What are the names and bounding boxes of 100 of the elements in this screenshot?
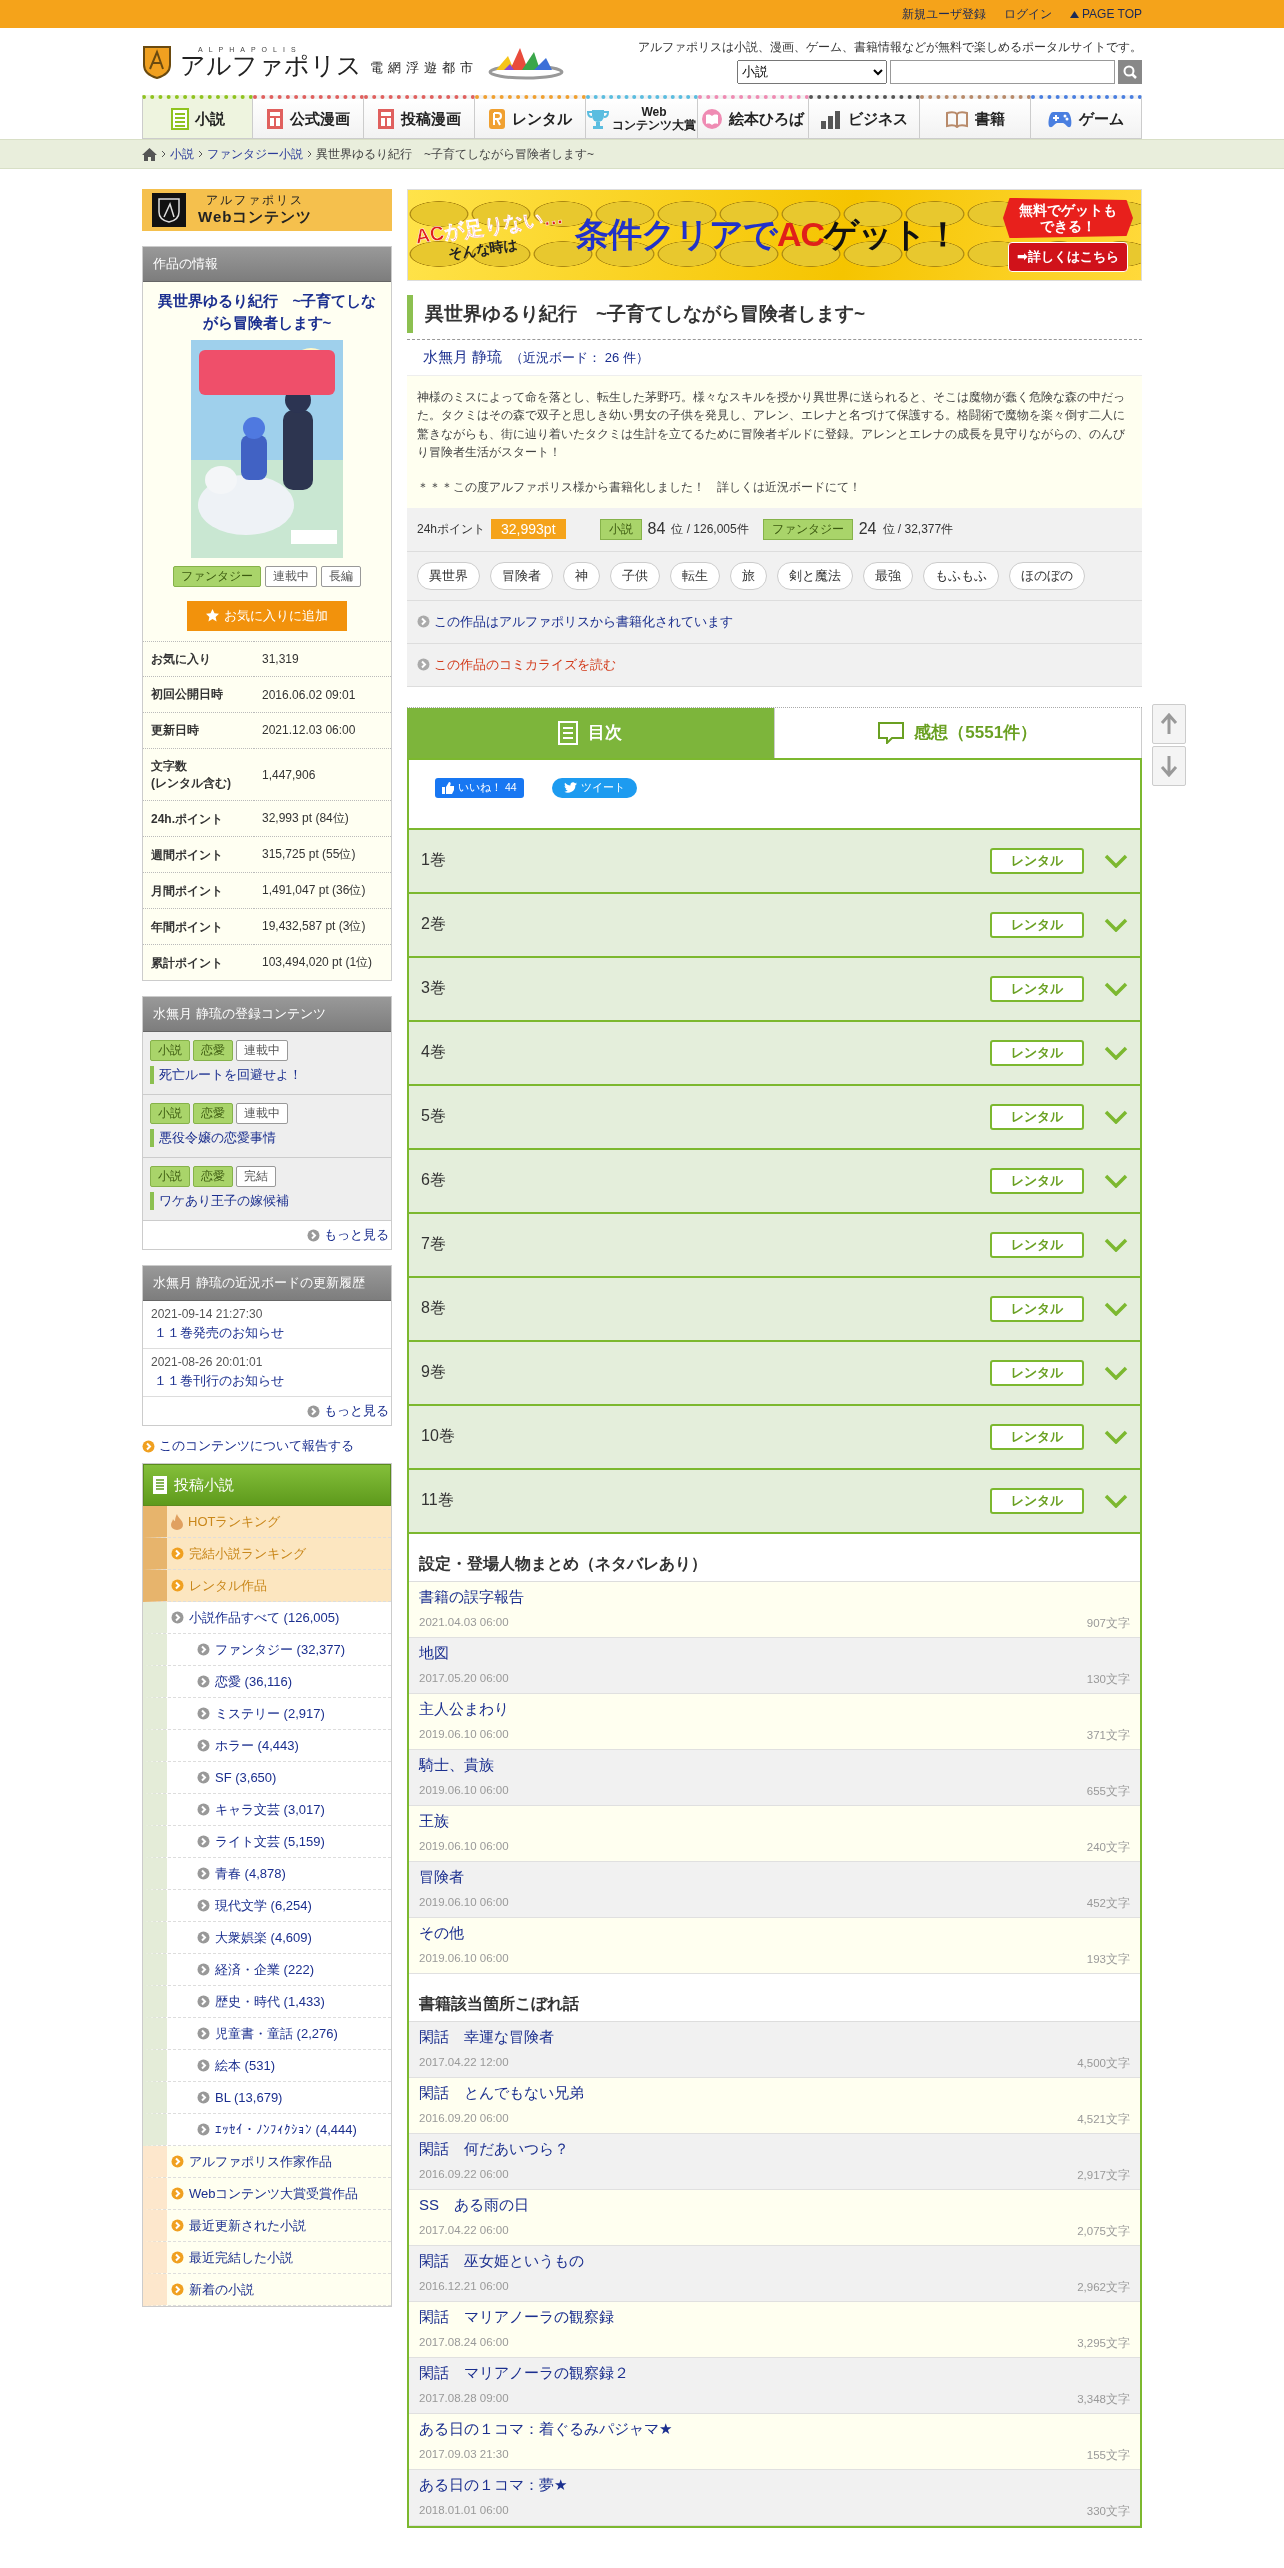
scroll-up-button[interactable]: [1152, 704, 1186, 744]
rank-total: 位 / 32,377件: [882, 520, 954, 538]
menu-item[interactable]: 大衆娯楽 (4,609): [143, 1922, 391, 1955]
episode-link[interactable]: 地図: [419, 1643, 1130, 1663]
report-link[interactable]: このコンテンツについて報告する: [142, 1437, 392, 1456]
work-link[interactable]: 死亡ルートを回避せよ！: [150, 1066, 384, 1085]
post-link[interactable]: １１巻刊行のお知らせ: [154, 1372, 284, 1391]
episode-link[interactable]: 閑話 マリアノーラの観察録: [419, 2307, 1130, 2327]
episode-link[interactable]: ある日の１コマ：夢★: [419, 2475, 1130, 2495]
bar-chart-icon: [819, 108, 842, 129]
top-link[interactable]: 新規ユーザ登録: [901, 5, 986, 23]
keyword-tag[interactable]: 剣と魔法: [777, 561, 853, 590]
episode-date: 2017.08.24 06:00: [419, 2335, 509, 2350]
menu-item[interactable]: SF (3,650): [143, 1762, 391, 1795]
category-select[interactable]: 小説: [737, 59, 887, 84]
breadcrumb-link[interactable]: ファンタジー小説: [207, 145, 303, 163]
menu-item[interactable]: 児童書・童話 (2,276): [143, 2018, 391, 2051]
chevron-down-icon: [1104, 1173, 1128, 1188]
menu-item[interactable]: 現代文学 (6,254): [143, 1890, 391, 1923]
arrow-circle-icon: [171, 2283, 184, 2297]
top-link[interactable]: PAGE TOP: [1069, 7, 1142, 21]
document-icon: [152, 1475, 168, 1496]
character-count: 4,521文字: [1077, 2111, 1130, 2127]
character-count: 3,295文字: [1077, 2335, 1130, 2351]
menu-item[interactable]: 恋愛 (36,116): [143, 1666, 391, 1699]
episode-link[interactable]: 閑話 とんでもない兄弟: [419, 2083, 1130, 2103]
keyword-tag[interactable]: 旅: [730, 561, 767, 590]
breadcrumb-link[interactable]: 小説: [170, 145, 194, 163]
like-button[interactable]: いいね！ 44: [435, 777, 524, 798]
more-link[interactable]: もっと見る: [143, 1221, 391, 1250]
nav-tab[interactable]: ビジネス: [808, 95, 920, 139]
episode-link[interactable]: 閑話 幸運な冒険者: [419, 2027, 1130, 2047]
keyword-tag[interactable]: 子供: [610, 561, 660, 590]
work-link[interactable]: 悪役令嬢の恋愛事情: [150, 1129, 384, 1148]
arrow-circle-icon: [171, 1547, 184, 1561]
post-link[interactable]: １１巻発売のお知らせ: [154, 1324, 284, 1343]
menu-item[interactable]: ライト文芸 (5,159): [143, 1826, 391, 1859]
menu-item[interactable]: アルファポリス作家作品: [143, 2146, 391, 2179]
menu-item[interactable]: 青春 (4,878): [143, 1858, 391, 1891]
episode-link[interactable]: ある日の１コマ：着ぐるみパジャマ★: [419, 2419, 1130, 2439]
work-link[interactable]: ワケあり王子の嫁候補: [150, 1192, 384, 1211]
details-button[interactable]: ➡詳しくはこちら: [1008, 242, 1128, 273]
menu-item[interactable]: ファンタジー (32,377): [143, 1634, 391, 1667]
keyword-tag[interactable]: 異世界: [417, 561, 480, 590]
nav-tab[interactable]: ゲーム: [1030, 95, 1142, 139]
shield-logo-icon: [142, 44, 172, 79]
episode-link[interactable]: 書籍の誤字報告: [419, 1587, 1130, 1607]
menu-item[interactable]: ホラー (4,443): [143, 1730, 391, 1763]
episode-link[interactable]: 閑話 何だあいつら？: [419, 2139, 1130, 2159]
episode-date: 2019.06.10 06:00: [419, 1839, 509, 1854]
episode-link[interactable]: 冒険者: [419, 1867, 1130, 1887]
more-link[interactable]: もっと見る: [143, 1397, 391, 1426]
nav-tab[interactable]: Web コンテンツ大賞: [586, 95, 698, 139]
nav-tab[interactable]: 書籍: [919, 95, 1031, 139]
nav-tab[interactable]: 投稿漫画: [364, 95, 476, 139]
episode-date: 2019.06.10 06:00: [419, 1783, 509, 1798]
arrow-circle-icon: [171, 2155, 184, 2169]
comic-page-icon: [266, 107, 285, 130]
episode-date: 2017.09.03 21:30: [419, 2447, 509, 2462]
episode-link[interactable]: 主人公まわり: [419, 1699, 1130, 1719]
keyword-tag[interactable]: ほのぼの: [1009, 561, 1085, 590]
search-field[interactable]: [890, 59, 1115, 84]
episode-link[interactable]: 騎士、貴族: [419, 1755, 1130, 1775]
keyword-tag[interactable]: 転生: [670, 561, 720, 590]
keyword-tag[interactable]: 神: [563, 561, 600, 590]
menu-item[interactable]: 最近完結した小説: [143, 2242, 391, 2275]
scroll-down-button[interactable]: [1152, 746, 1186, 786]
episode-link[interactable]: 閑話 マリアノーラの観察録２: [419, 2363, 1130, 2383]
episode-link[interactable]: 閑話 巫女姫というもの: [419, 2251, 1130, 2271]
author-link[interactable]: 水無月 静琉: [423, 348, 503, 367]
menu-item[interactable]: 歴史・時代 (1,433): [143, 1986, 391, 2019]
search-button[interactable]: [1118, 59, 1142, 84]
board-count: （近況ボード： 26 件）: [510, 349, 649, 367]
keyword-tag[interactable]: 最強: [863, 561, 913, 590]
menu-item[interactable]: 小説作品すべて (126,005): [143, 1602, 391, 1635]
episode-link[interactable]: 王族: [419, 1811, 1130, 1831]
keyword-tag[interactable]: もふもふ: [923, 561, 999, 590]
menu-item[interactable]: 新着の小説: [143, 2274, 391, 2307]
menu-item[interactable]: BL (13,679): [143, 2082, 391, 2115]
menu-item[interactable]: キャラ文芸 (3,017): [143, 1794, 391, 1827]
menu-item[interactable]: ｴｯｾｲ・ﾉﾝﾌｨｸｼｮﾝ (4,444): [143, 2114, 391, 2147]
points-badge: 32,993pt: [491, 519, 566, 540]
nav-tab[interactable]: 絵本ひろば: [697, 95, 809, 139]
menu-item[interactable]: 最近更新された小説: [143, 2210, 391, 2243]
menu-item[interactable]: Webコンテンツ大賞受賞作品: [143, 2178, 391, 2211]
nav-tab[interactable]: 小説: [142, 95, 254, 139]
menu-item[interactable]: 経済・企業 (222): [143, 1954, 391, 1987]
triangle-up-icon: [1069, 10, 1079, 18]
section-heading: 書籍該当箇所こぼれ話: [409, 1973, 1140, 2022]
menu-item[interactable]: ミステリー (2,917): [143, 1698, 391, 1731]
nav-tab[interactable]: レンタル: [475, 95, 587, 139]
nav-tab[interactable]: 公式漫画: [253, 95, 365, 139]
stat-value: 32,993 pt (84位): [254, 801, 391, 837]
episode-link[interactable]: SS ある雨の日: [419, 2195, 1130, 2215]
episode-link[interactable]: その他: [419, 1923, 1130, 1943]
menu-item[interactable]: 絵本 (531): [143, 2050, 391, 2083]
top-link[interactable]: ログイン: [1003, 5, 1052, 23]
arrow-circle-icon: [197, 1835, 210, 1849]
keyword-tag[interactable]: 冒険者: [490, 561, 553, 590]
logo-tagline: 電網浮遊都市: [370, 58, 478, 77]
